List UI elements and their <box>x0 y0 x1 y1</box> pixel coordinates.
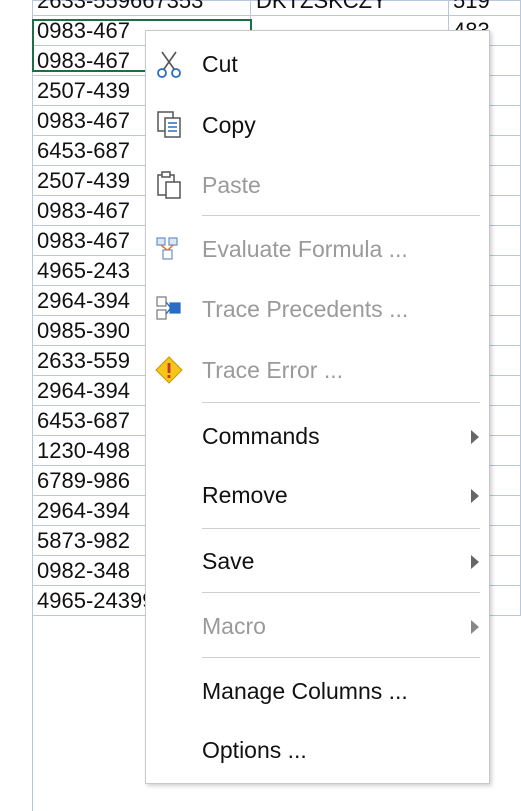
menu-item-label: Macro <box>202 613 266 639</box>
table-row: 2633-559667353 DKTZSKCZY 519 <box>0 0 521 16</box>
submenu-arrow-icon <box>471 430 479 444</box>
menu-item-label: Options ... <box>202 737 307 763</box>
submenu-arrow-icon <box>471 555 479 569</box>
menu-separator <box>202 592 480 593</box>
trace-error-icon <box>153 354 185 386</box>
menu-item-options[interactable]: Options ... <box>146 722 489 778</box>
menu-separator <box>202 528 480 529</box>
submenu-arrow-icon <box>471 620 479 634</box>
context-menu: Cut Copy Paste Evaluate Formula ... Trac… <box>145 30 490 784</box>
menu-item-save[interactable]: Save <box>146 533 489 589</box>
menu-item-trace-error[interactable]: Trace Error ... <box>146 342 489 398</box>
menu-separator <box>202 657 480 658</box>
menu-item-manage-columns[interactable]: Manage Columns ... <box>146 663 489 719</box>
menu-item-label: Manage Columns ... <box>202 678 408 704</box>
copy-icon <box>153 109 185 141</box>
menu-item-label: Cut <box>202 51 238 77</box>
trace-precedents-icon <box>153 293 185 325</box>
menu-item-trace-precedents[interactable]: Trace Precedents ... <box>146 281 489 337</box>
menu-item-label: Remove <box>202 482 288 508</box>
submenu-arrow-icon <box>471 489 479 503</box>
menu-item-commands[interactable]: Commands <box>146 408 489 464</box>
menu-item-label: Evaluate Formula ... <box>202 236 408 262</box>
paste-icon <box>153 169 185 201</box>
cell-value[interactable]: 519 <box>449 0 521 16</box>
menu-item-label: Trace Error ... <box>202 357 343 383</box>
menu-item-label: Commands <box>202 423 320 449</box>
menu-item-label: Trace Precedents ... <box>202 296 409 322</box>
menu-item-evaluate-formula[interactable]: Evaluate Formula ... <box>146 221 489 277</box>
menu-item-paste[interactable]: Paste <box>146 157 489 213</box>
menu-separator <box>202 215 480 216</box>
menu-item-label: Copy <box>202 112 256 138</box>
scissors-icon <box>153 48 185 80</box>
menu-item-label: Paste <box>202 172 261 198</box>
menu-item-macro[interactable]: Macro <box>146 598 489 654</box>
menu-separator <box>202 402 480 403</box>
menu-item-cut[interactable]: Cut <box>146 36 489 92</box>
menu-item-copy[interactable]: Copy <box>146 97 489 153</box>
cell-account[interactable]: 2633-559667353 <box>33 0 251 16</box>
menu-item-remove[interactable]: Remove <box>146 467 489 523</box>
menu-item-label: Save <box>202 548 255 574</box>
evaluate-formula-icon <box>153 233 185 265</box>
cell-code[interactable]: DKTZSKCZY <box>251 0 449 16</box>
